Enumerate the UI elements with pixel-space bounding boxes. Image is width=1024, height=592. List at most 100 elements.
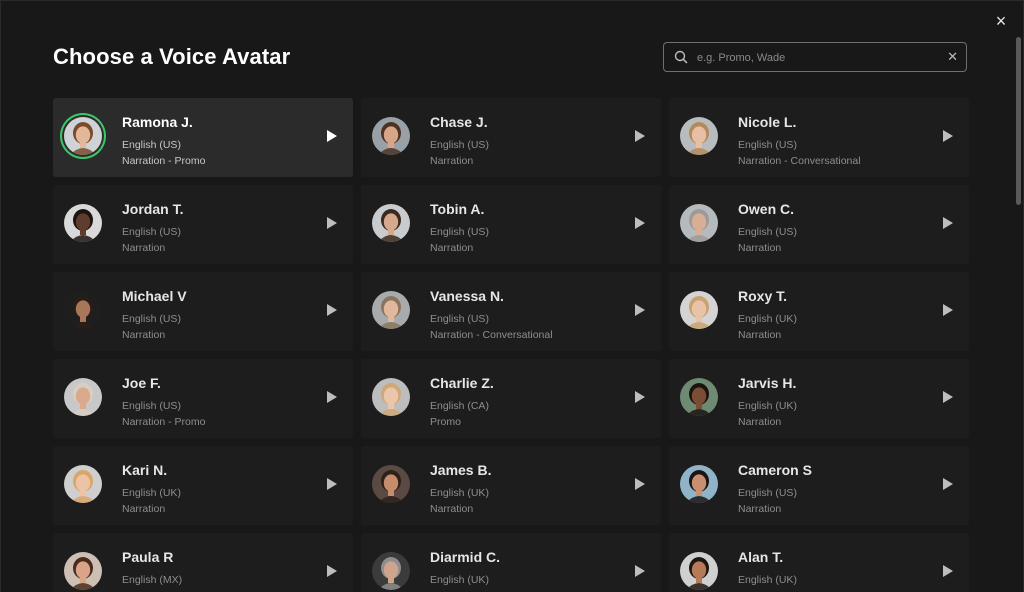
close-button[interactable]: × (991, 11, 1011, 31)
voice-language: English (MX) (122, 574, 183, 586)
voice-name: Roxy T. (738, 288, 788, 304)
voice-name: Tobin A. (430, 201, 485, 217)
play-icon[interactable] (327, 304, 337, 316)
voice-avatar-dialog: × Choose a Voice Avatar ✕ Ramona J. Engli… (0, 0, 1024, 592)
avatar (64, 552, 102, 590)
voice-category: Narration (430, 242, 474, 254)
play-icon[interactable] (327, 478, 337, 490)
play-icon[interactable] (327, 565, 337, 577)
play-icon[interactable] (635, 565, 645, 577)
avatar (372, 378, 410, 416)
voice-card[interactable]: Vanessa N. English (US) Narration - Conver… (361, 272, 661, 351)
play-icon[interactable] (635, 217, 645, 229)
voice-name: Ramona J. (122, 114, 193, 130)
play-icon[interactable] (635, 130, 645, 142)
play-icon[interactable] (327, 391, 337, 403)
voice-language: English (US) (122, 313, 181, 325)
voice-card[interactable]: Tobin A. English (US) Narration (361, 185, 661, 264)
voice-language: English (UK) (430, 487, 489, 499)
play-icon[interactable] (943, 217, 953, 229)
voice-category: Promo (430, 416, 461, 428)
play-icon[interactable] (327, 130, 337, 142)
voice-name: Cameron S (738, 462, 812, 478)
voice-card[interactable]: Michael V English (US) Narration (53, 272, 353, 351)
voice-category: Narration (738, 329, 782, 341)
voice-card[interactable]: Joe F. English (US) Narration - Promo (53, 359, 353, 438)
voice-category: Narration (122, 503, 166, 515)
voice-name: Charlie Z. (430, 375, 494, 391)
voice-language: English (US) (122, 400, 181, 412)
voice-language: English (US) (738, 139, 797, 151)
play-icon[interactable] (635, 478, 645, 490)
voice-category: Narration (738, 503, 782, 515)
play-icon[interactable] (943, 391, 953, 403)
voice-card[interactable]: Nicole L. English (US) Narration - Convers… (669, 98, 969, 177)
voice-name: Joe F. (122, 375, 161, 391)
voice-card[interactable]: Diarmid C. English (UK) (361, 533, 661, 592)
voice-language: English (US) (738, 226, 797, 238)
avatar (64, 465, 102, 503)
scrollbar[interactable] (1016, 37, 1021, 205)
voice-language: English (UK) (738, 400, 797, 412)
voice-card[interactable]: Owen C. English (US) Narration (669, 185, 969, 264)
voice-language: English (US) (738, 487, 797, 499)
avatar (372, 117, 410, 155)
voice-name: Jarvis H. (738, 375, 797, 391)
avatar (372, 204, 410, 242)
voice-language: English (US) (430, 139, 489, 151)
avatar (680, 552, 718, 590)
voice-name: Vanessa N. (430, 288, 504, 304)
voice-category: Narration - Promo (122, 416, 206, 428)
voice-card[interactable]: Roxy T. English (UK) Narration (669, 272, 969, 351)
avatar (64, 204, 102, 242)
avatar (64, 291, 102, 329)
voice-language: English (US) (122, 139, 181, 151)
voice-name: Diarmid C. (430, 549, 501, 565)
play-icon[interactable] (943, 565, 953, 577)
voice-name: James B. (430, 462, 492, 478)
voice-card[interactable]: Alan T. English (UK) (669, 533, 969, 592)
voice-language: English (UK) (738, 574, 797, 586)
voice-category: Narration (738, 242, 782, 254)
avatar (372, 465, 410, 503)
play-icon[interactable] (635, 304, 645, 316)
voice-category: Narration (122, 329, 166, 341)
search-input[interactable] (695, 43, 944, 73)
play-icon[interactable] (943, 304, 953, 316)
voice-card[interactable]: Chase J. English (US) Narration (361, 98, 661, 177)
voice-name: Jordan T. (122, 201, 184, 217)
voice-card[interactable]: Jordan T. English (US) Narration (53, 185, 353, 264)
voice-category: Narration - Conversational (738, 155, 861, 167)
voice-category: Narration (738, 416, 782, 428)
dialog-title: Choose a Voice Avatar (53, 44, 291, 69)
voice-name: Kari N. (122, 462, 168, 478)
avatar (680, 465, 718, 503)
voice-name: Nicole L. (738, 114, 797, 130)
search-box: ✕ (663, 42, 967, 73)
voice-name: Chase J. (430, 114, 488, 130)
play-icon[interactable] (943, 478, 953, 490)
voice-language: English (UK) (430, 574, 489, 586)
voice-name: Paula R (122, 549, 174, 565)
voice-card[interactable]: Paula R English (MX) (53, 533, 353, 592)
avatar (64, 117, 102, 155)
play-icon[interactable] (327, 217, 337, 229)
avatar (680, 291, 718, 329)
voice-card[interactable]: James B. English (UK) Narration (361, 446, 661, 525)
play-icon[interactable] (635, 391, 645, 403)
voice-category: Narration (122, 242, 166, 254)
voice-card[interactable]: Charlie Z. English (CA) Promo (361, 359, 661, 438)
voice-card[interactable]: Jarvis H. English (UK) Narration (669, 359, 969, 438)
clear-search-icon[interactable]: ✕ (947, 49, 958, 65)
avatar (680, 204, 718, 242)
search-icon (674, 50, 688, 69)
play-icon[interactable] (943, 130, 953, 142)
voice-language: English (CA) (430, 400, 489, 412)
voice-card[interactable]: Kari N. English (UK) Narration (53, 446, 353, 525)
voice-category: Narration - Conversational (430, 329, 553, 341)
avatar (372, 552, 410, 590)
voice-language: English (UK) (122, 487, 181, 499)
avatar (680, 117, 718, 155)
voice-card[interactable]: Cameron S English (US) Narration (669, 446, 969, 525)
voice-card[interactable]: Ramona J. English (US) Narration - Promo (53, 98, 353, 177)
